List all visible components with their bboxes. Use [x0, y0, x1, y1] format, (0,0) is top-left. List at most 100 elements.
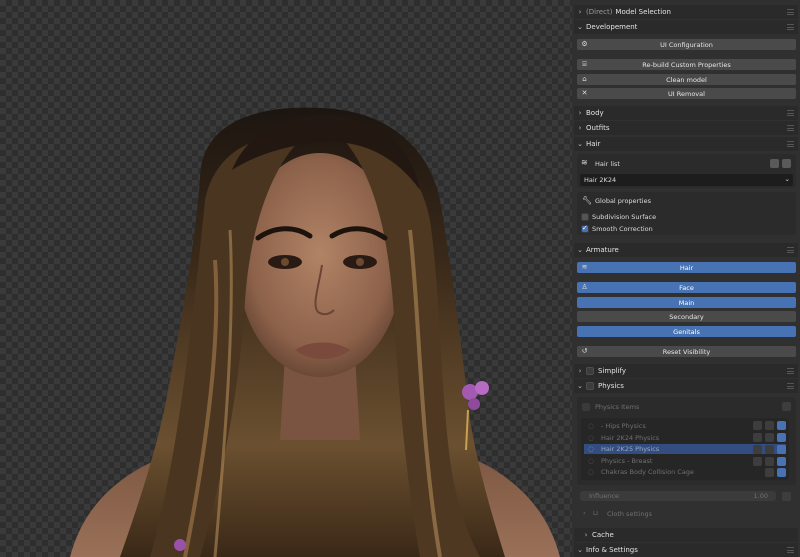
panel-armature[interactable]: ⌄ Armature	[574, 243, 798, 257]
visibility-toggle-icon[interactable]	[753, 457, 762, 466]
chevron-down-icon: ⌄	[784, 175, 790, 183]
clean-model-button[interactable]: ⌂ Clean model	[577, 74, 796, 85]
viewport-toggle-icon[interactable]	[765, 457, 774, 466]
3d-viewport[interactable]	[0, 0, 572, 557]
viewport-toggle-icon[interactable]	[765, 433, 774, 442]
ui-configuration-button[interactable]: ⚙ UI Configuration	[577, 39, 796, 50]
hair-list-value: Hair 2K24	[584, 176, 617, 184]
influence-label: Influence	[589, 492, 619, 500]
render-toggle-icon[interactable]	[777, 468, 786, 477]
reset-visibility-button[interactable]: ↺ Reset Visibility	[577, 346, 796, 357]
model-selection-prefix: (Direct)	[586, 8, 613, 16]
panel-developement[interactable]: ⌄ Developement	[574, 20, 798, 34]
render-toggle-icon[interactable]	[777, 445, 786, 454]
display-icon[interactable]	[770, 159, 779, 168]
physics-list-item-label: Chakras Body Collision Cage	[601, 468, 694, 476]
ui-configuration-label: UI Configuration	[660, 40, 713, 49]
drag-grip-icon[interactable]	[787, 368, 794, 374]
panel-body[interactable]: › Body	[574, 106, 798, 120]
smooth-correction-checkbox[interactable]	[581, 224, 589, 233]
panel-outfits[interactable]: › Outfits	[574, 121, 798, 135]
item-icon: ◌	[588, 422, 594, 430]
panel-simplify[interactable]: › Simplify	[574, 364, 798, 378]
physics-list-item-label: - Hips Physics	[601, 422, 646, 430]
viewport-toggle-icon[interactable]	[765, 468, 774, 477]
chevron-down-icon: ⌄	[577, 546, 583, 554]
drag-grip-icon[interactable]	[787, 141, 794, 147]
camera-icon[interactable]	[782, 159, 791, 168]
cloth-settings-label[interactable]: Cloth settings	[607, 510, 652, 518]
drag-grip-icon[interactable]	[787, 9, 794, 15]
drag-grip-icon[interactable]	[787, 110, 794, 116]
chevron-right-icon[interactable]: ›	[583, 509, 586, 517]
brush-icon: ⌂	[582, 75, 587, 83]
render-toggle-icon[interactable]	[777, 421, 786, 430]
physics-items-menu-icon[interactable]	[782, 402, 791, 411]
drag-grip-icon[interactable]	[787, 125, 794, 131]
outfits-label: Outfits	[586, 124, 610, 132]
subdivision-surface-checkbox[interactable]	[581, 213, 589, 221]
armature-main-button[interactable]: Main	[577, 297, 796, 308]
influence-value: 1.00	[753, 492, 768, 500]
panel-cache[interactable]: › Cache	[574, 528, 798, 542]
item-icon: ◌	[588, 468, 594, 476]
item-icon: ◌	[588, 434, 594, 442]
hair-list-dropdown[interactable]: Hair 2K24 ⌄	[580, 174, 793, 186]
viewport-toggle-icon[interactable]	[765, 421, 774, 430]
chevron-down-icon: ⌄	[577, 382, 583, 390]
rebuild-custom-properties-label: Re-build Custom Properties	[642, 60, 731, 69]
armature-face-button[interactable]: ♙ Face	[577, 282, 796, 293]
physics-label: Physics	[598, 382, 624, 390]
chevron-right-icon: ›	[584, 531, 588, 539]
face-icon: ♙	[581, 283, 588, 291]
armature-label: Armature	[586, 246, 619, 254]
cloth-icon: ⊔	[593, 509, 599, 517]
armature-genitals-label: Genitals	[673, 327, 700, 336]
model-selection-label: Model Selection	[615, 8, 671, 16]
armature-secondary-button[interactable]: Secondary	[577, 311, 796, 322]
simplify-checkbox[interactable]	[586, 367, 594, 375]
render-toggle-icon[interactable]	[777, 433, 786, 442]
physics-list-item[interactable]: ◌ Chakras Body Collision Cage	[584, 467, 786, 477]
physics-list-item-label: Hair 2K24 Physics	[601, 434, 660, 442]
developement-label: Developement	[586, 23, 638, 31]
item-icon: ◌	[588, 445, 594, 453]
global-properties-label: Global properties	[595, 197, 651, 205]
cache-label: Cache	[592, 531, 614, 539]
armature-secondary-label: Secondary	[669, 312, 704, 321]
armature-face-label: Face	[679, 283, 694, 292]
influence-field[interactable]: Influence 1.00	[580, 491, 776, 501]
armature-hair-button[interactable]: ≋ Hair	[577, 262, 796, 273]
hair-label: Hair	[586, 140, 601, 148]
keyframe-icon[interactable]	[782, 492, 791, 501]
panel-info-settings[interactable]: ⌄ Info & Settings	[574, 543, 798, 557]
panel-hair[interactable]: ⌄ Hair	[574, 137, 798, 151]
smooth-correction-label: Smooth Correction	[592, 225, 653, 233]
visibility-toggle-icon[interactable]	[753, 433, 762, 442]
subdivision-surface-label: Subdivision Surface	[592, 213, 657, 221]
physics-checkbox[interactable]	[586, 382, 594, 390]
visibility-toggle-icon[interactable]	[753, 445, 762, 454]
reset-visibility-label: Reset Visibility	[662, 347, 711, 356]
drag-grip-icon[interactable]	[787, 24, 794, 30]
drag-grip-icon[interactable]	[787, 383, 794, 389]
drag-grip-icon[interactable]	[787, 547, 794, 553]
gear-icon: ⚙	[581, 40, 588, 48]
armature-main-label: Main	[678, 298, 695, 307]
info-settings-label: Info & Settings	[586, 546, 638, 554]
chevron-right-icon: ›	[578, 124, 582, 132]
character-render	[70, 107, 560, 557]
chevron-down-icon: ⌄	[577, 140, 583, 148]
visibility-toggle-icon[interactable]	[753, 421, 762, 430]
viewport-toggle-icon[interactable]	[765, 445, 774, 454]
panel-physics[interactable]: ⌄ Physics	[574, 379, 798, 393]
ui-removal-label: UI Removal	[668, 89, 705, 98]
drag-grip-icon[interactable]	[787, 247, 794, 253]
physics-list-item-label: Hair 2K25 Physics	[601, 445, 660, 453]
chevron-down-icon: ⌄	[577, 23, 583, 31]
armature-genitals-button[interactable]: Genitals	[577, 326, 796, 337]
ui-removal-button[interactable]: ✕ UI Removal	[577, 88, 796, 99]
panel-model-selection[interactable]: › (Direct) Model Selection	[574, 5, 798, 19]
rebuild-custom-properties-button[interactable]: ⌸ Re-build Custom Properties	[577, 59, 796, 70]
render-toggle-icon[interactable]	[777, 457, 786, 466]
